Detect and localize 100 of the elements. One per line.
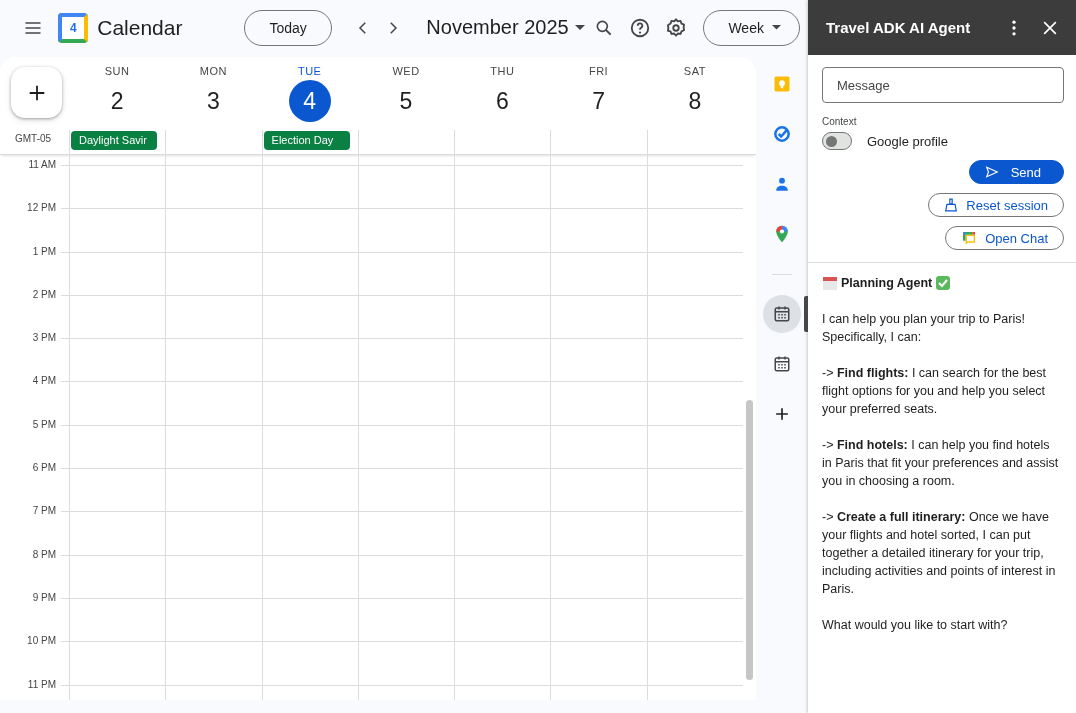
time-slot[interactable] [165, 294, 262, 339]
time-slot[interactable] [550, 554, 647, 598]
time-slot[interactable] [69, 597, 166, 642]
event-chip[interactable]: Election Day [263, 131, 350, 150]
time-slot[interactable] [357, 251, 455, 295]
time-slot[interactable] [454, 381, 551, 425]
time-slot[interactable] [646, 511, 743, 555]
time-slot[interactable] [357, 468, 455, 512]
time-slot[interactable] [646, 165, 743, 209]
reset-button[interactable]: Reset session [928, 193, 1064, 217]
time-slot[interactable] [550, 597, 647, 642]
time-slot[interactable] [357, 381, 455, 425]
time-slot[interactable] [646, 338, 743, 382]
time-slot[interactable] [165, 338, 262, 382]
time-slot[interactable] [454, 294, 551, 339]
time-slot[interactable] [261, 554, 358, 598]
time-slot[interactable] [550, 511, 647, 555]
time-slot[interactable] [69, 641, 166, 685]
time-slot[interactable] [69, 338, 166, 382]
time-slot[interactable] [69, 208, 166, 252]
time-slot[interactable] [261, 641, 358, 685]
time-slot[interactable] [357, 641, 455, 685]
date-number[interactable]: 5 [385, 80, 427, 122]
time-slot[interactable] [550, 468, 647, 512]
date-number[interactable]: 8 [673, 80, 716, 122]
time-slot[interactable] [261, 597, 358, 642]
send-button[interactable]: Send [968, 160, 1064, 184]
date-number[interactable]: 4 [288, 80, 331, 122]
scrollbar[interactable] [746, 400, 753, 680]
time-slot[interactable] [69, 381, 166, 425]
time-slot[interactable] [165, 381, 262, 425]
time-slot[interactable] [165, 641, 262, 685]
time-slot[interactable] [165, 208, 262, 252]
time-slot[interactable] [550, 424, 647, 469]
time-slot[interactable] [69, 294, 166, 339]
time-slot[interactable] [646, 424, 743, 469]
time-slot[interactable] [357, 511, 455, 555]
time-slot[interactable] [454, 641, 551, 685]
time-slot[interactable] [646, 381, 743, 425]
time-slot[interactable] [550, 641, 647, 685]
time-slot[interactable] [357, 294, 455, 339]
time-slot[interactable] [454, 554, 551, 598]
time-slot[interactable] [357, 554, 455, 598]
time-slot[interactable] [357, 165, 455, 209]
time-slot[interactable] [646, 641, 743, 685]
time-slot[interactable] [261, 338, 358, 382]
time-slot[interactable] [357, 208, 455, 252]
time-slot[interactable] [69, 511, 166, 555]
time-slot[interactable] [550, 381, 647, 425]
time-slot[interactable] [550, 294, 647, 339]
time-slot[interactable] [165, 424, 262, 469]
date-number[interactable]: 6 [481, 80, 524, 122]
time-slot[interactable] [454, 338, 551, 382]
time-slot[interactable] [69, 251, 166, 295]
time-slot[interactable] [261, 165, 358, 209]
time-slot[interactable] [357, 597, 455, 642]
time-slot[interactable] [454, 251, 551, 295]
date-number[interactable]: 2 [96, 80, 139, 122]
time-slot[interactable] [357, 338, 455, 382]
time-slot[interactable] [454, 511, 551, 555]
side-app-button[interactable] [763, 295, 801, 333]
time-slot[interactable] [646, 554, 743, 598]
time-slot[interactable] [646, 251, 743, 295]
message-field[interactable]: Message [822, 67, 1064, 103]
time-slot[interactable] [261, 424, 358, 469]
date-number[interactable]: 3 [192, 80, 235, 122]
time-slot[interactable] [357, 424, 455, 469]
time-slot[interactable] [165, 251, 262, 295]
time-slot[interactable] [69, 165, 166, 209]
time-slot[interactable] [69, 468, 166, 512]
time-slot[interactable] [550, 338, 647, 382]
time-slot[interactable] [646, 208, 743, 252]
time-slot[interactable] [261, 381, 358, 425]
time-slot[interactable] [165, 165, 262, 209]
time-slot[interactable] [261, 208, 358, 252]
time-slot[interactable] [454, 208, 551, 252]
event-chip[interactable]: Daylight Savir [71, 131, 158, 150]
chat-button[interactable]: Open Chat [945, 226, 1064, 250]
time-slot[interactable] [165, 554, 262, 598]
time-slot[interactable] [261, 468, 358, 512]
period-selector[interactable]: November 2025 [422, 16, 589, 39]
time-slot[interactable] [454, 165, 551, 209]
time-slot[interactable] [454, 424, 551, 469]
date-number[interactable]: 7 [577, 80, 620, 122]
time-slot[interactable] [646, 597, 743, 642]
create-button[interactable] [11, 67, 62, 118]
time-slot[interactable] [454, 597, 551, 642]
time-slot[interactable] [69, 424, 166, 469]
time-slot[interactable] [165, 468, 262, 512]
time-slot[interactable] [550, 208, 647, 252]
time-slot[interactable] [165, 511, 262, 555]
profile-toggle[interactable] [822, 132, 852, 150]
time-slot[interactable] [454, 468, 551, 512]
time-slot[interactable] [646, 468, 743, 512]
time-slot[interactable] [550, 165, 647, 209]
time-slot[interactable] [165, 597, 262, 642]
time-slot[interactable] [261, 251, 358, 295]
time-slot[interactable] [646, 294, 743, 339]
time-slot[interactable] [261, 511, 358, 555]
time-slot[interactable] [261, 294, 358, 339]
